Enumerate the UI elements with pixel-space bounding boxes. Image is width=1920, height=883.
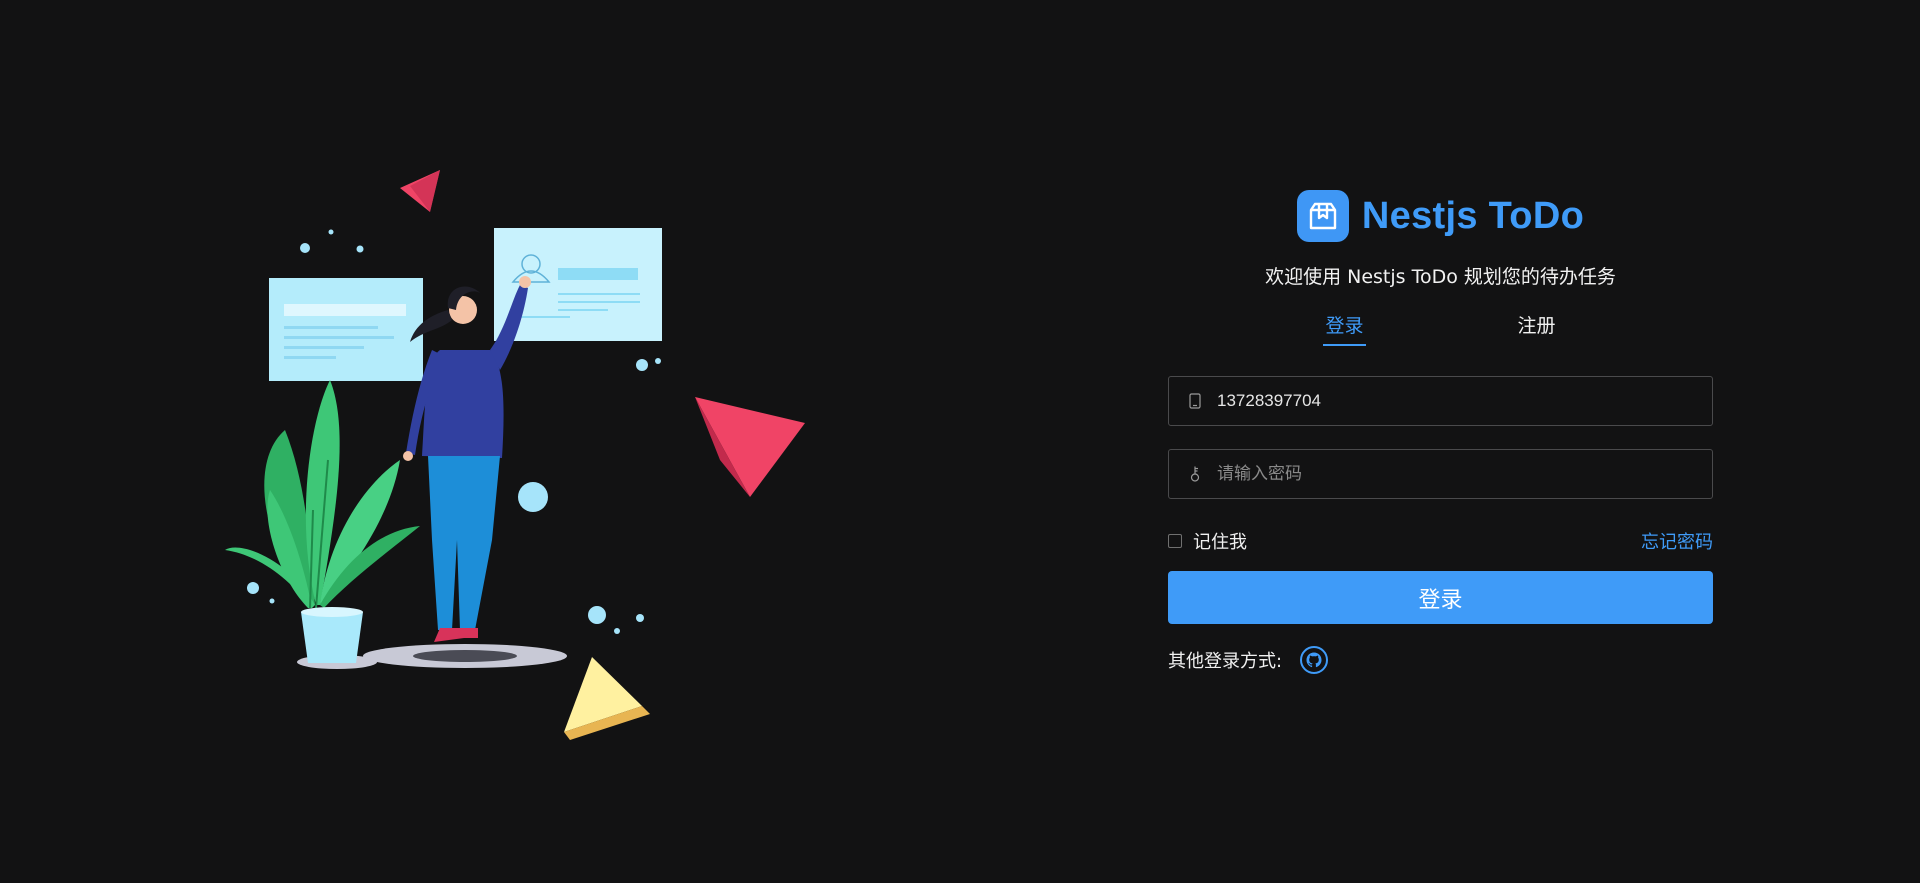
yellow-triangle (564, 657, 650, 740)
remember-me-checkbox[interactable] (1168, 534, 1182, 548)
login-options-row: 记住我 忘记密码 (1168, 529, 1713, 553)
login-page: Nestjs ToDo 欢迎使用 Nestjs ToDo 规划您的待办任务 登录… (0, 0, 1920, 883)
woman-figure (403, 276, 531, 642)
remember-me-label: 记住我 (1193, 532, 1247, 553)
welcome-subtitle: 欢迎使用 Nestjs ToDo 规划您的待办任务 (1265, 266, 1616, 288)
tab-register[interactable]: 注册 (1516, 312, 1558, 346)
card-left (269, 278, 423, 381)
app-title: Nestjs ToDo (1361, 194, 1585, 237)
plant (225, 380, 420, 663)
other-login-methods: 其他登录方式: (1168, 643, 1713, 677)
password-input[interactable] (1215, 449, 1712, 499)
tab-login[interactable]: 登录 (1323, 312, 1366, 346)
password-field[interactable] (1168, 449, 1713, 499)
box-logo-icon (1296, 190, 1349, 242)
auth-tabs: 登录 注册 (1168, 312, 1713, 352)
brand-header: Nestjs ToDo (1168, 190, 1713, 242)
other-login-label: 其他登录方式: (1168, 651, 1283, 672)
login-button[interactable]: 登录 (1168, 571, 1713, 624)
login-panel: Nestjs ToDo 欢迎使用 Nestjs ToDo 规划您的待办任务 登录… (1168, 190, 1713, 677)
phone-input[interactable] (1215, 376, 1712, 426)
red-triangle-large (695, 397, 805, 497)
mobile-phone-icon (1187, 391, 1203, 411)
red-triangle-small (400, 170, 440, 212)
key-icon (1187, 464, 1203, 484)
hero-illustration (225, 170, 805, 740)
forgot-password-link[interactable]: 忘记密码 (1641, 528, 1713, 554)
phone-field[interactable] (1168, 376, 1713, 426)
github-icon[interactable] (1299, 645, 1329, 675)
remember-me[interactable]: 记住我 (1168, 528, 1247, 554)
